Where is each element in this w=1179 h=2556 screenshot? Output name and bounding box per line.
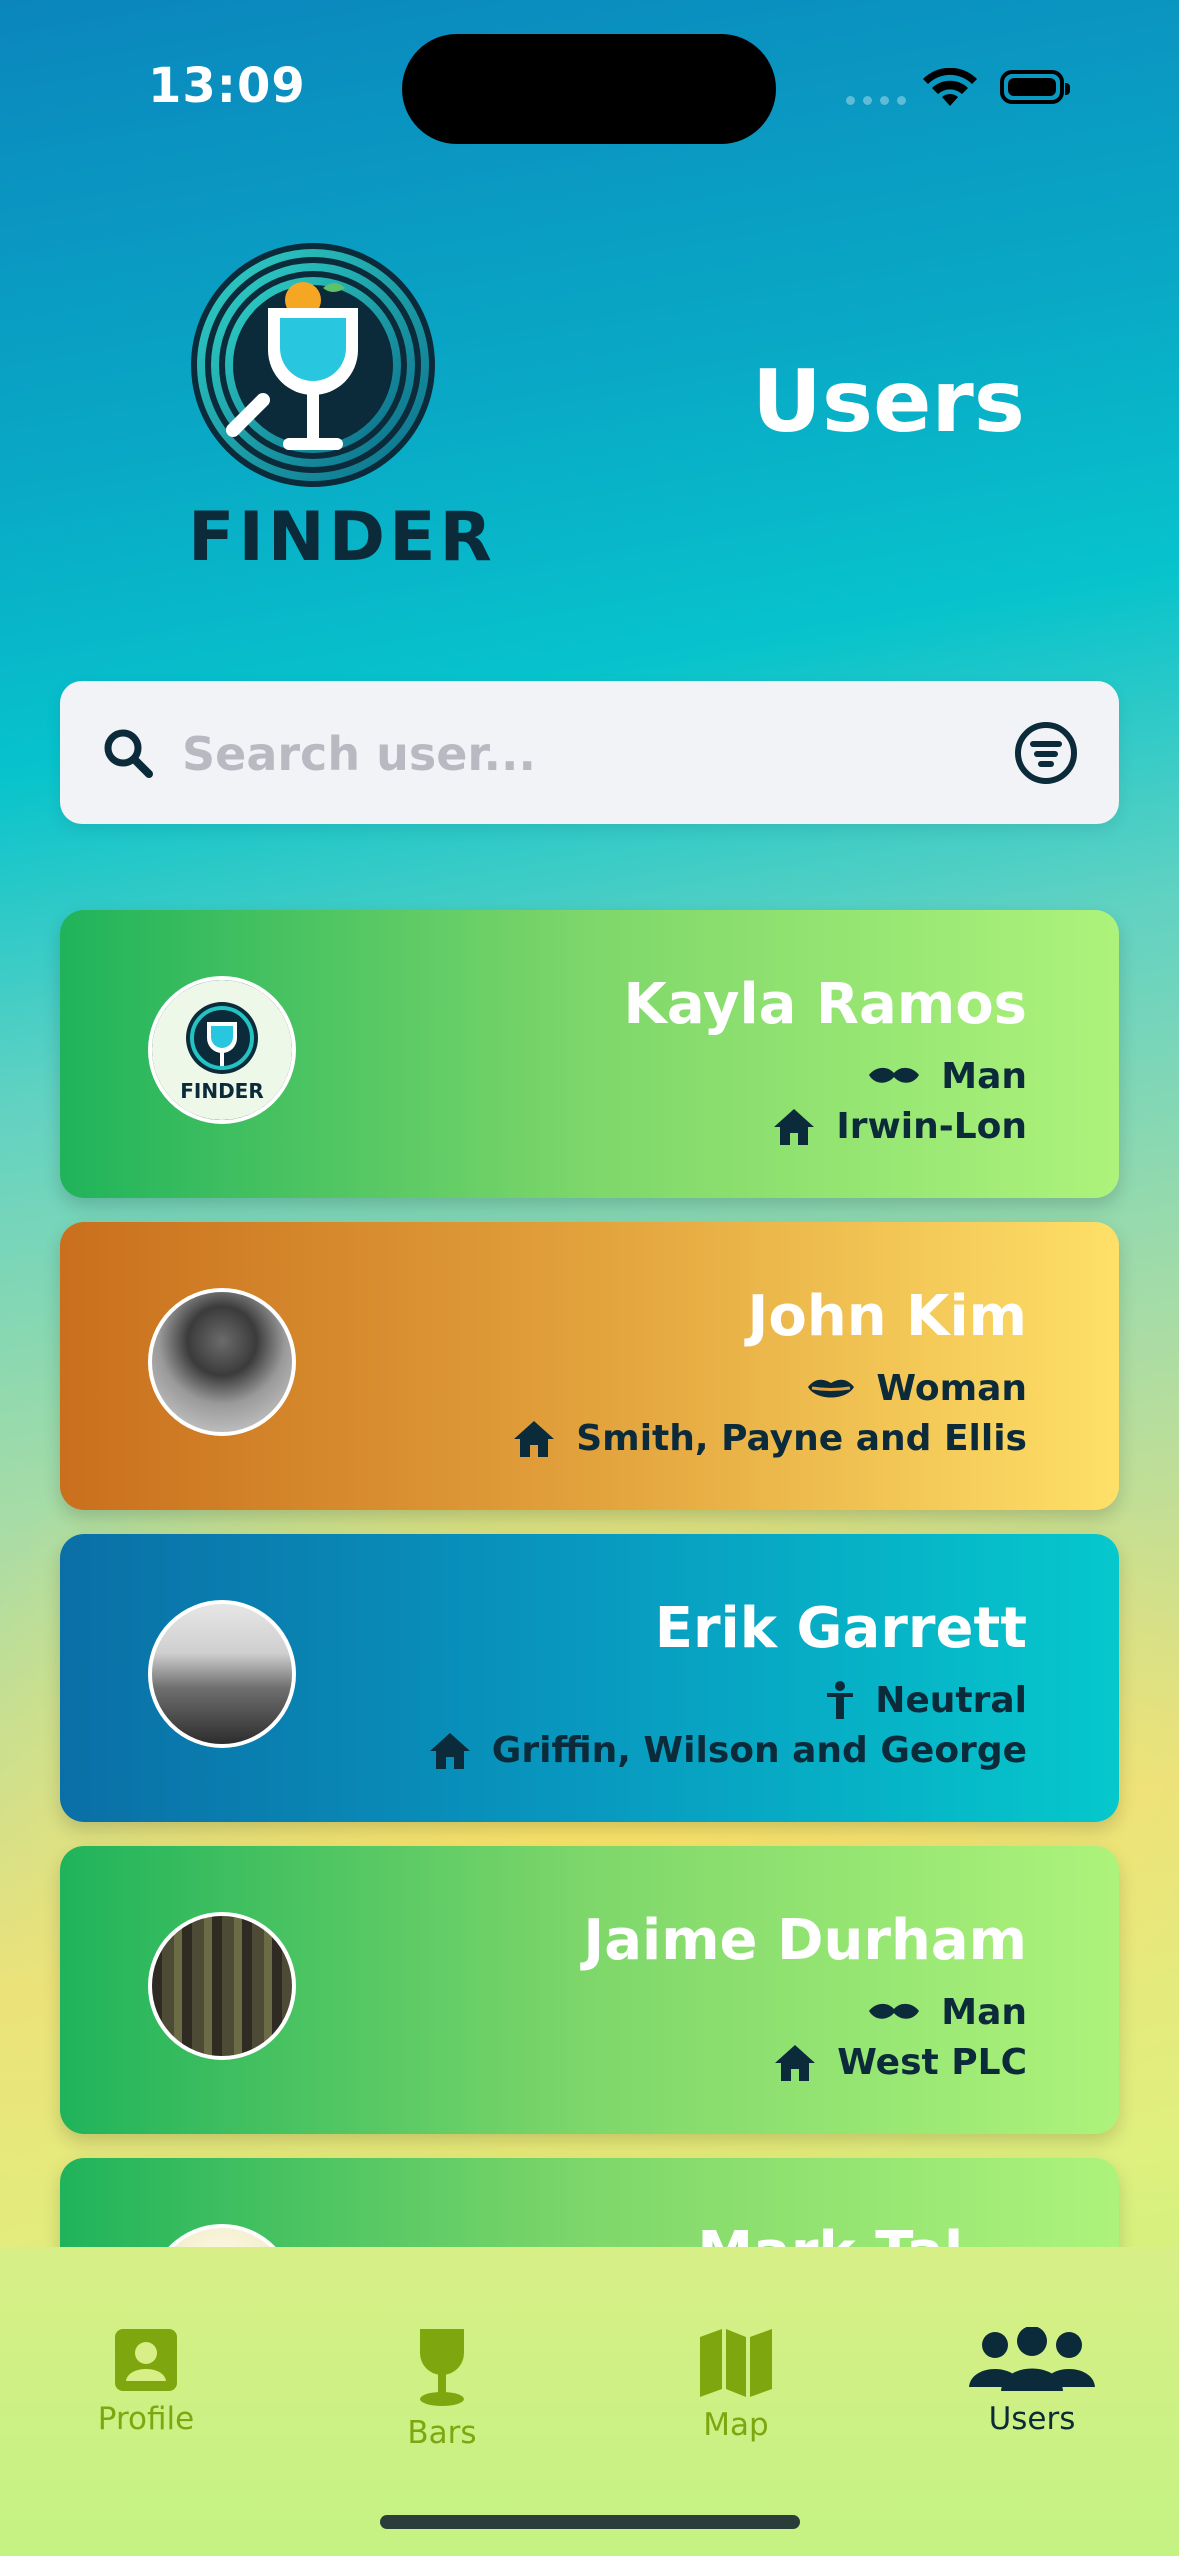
user-place-row: Irwin-Lon xyxy=(772,1106,1027,1147)
user-name: Jaime Durham xyxy=(583,1908,1027,1973)
search-input[interactable] xyxy=(180,715,944,793)
home-icon xyxy=(775,2044,816,2081)
tab-label: Profile xyxy=(97,2401,195,2437)
profile-card-icon xyxy=(115,2329,177,2391)
tab-profile[interactable]: Profile xyxy=(36,2327,256,2437)
home-icon xyxy=(774,1108,815,1145)
search-icon xyxy=(104,729,153,778)
tab-label: Users xyxy=(988,2401,1076,2437)
search-bar xyxy=(60,681,1119,824)
user-name: John Kim xyxy=(747,1284,1027,1349)
user-place-row: West PLC xyxy=(773,2042,1027,2083)
tab-map[interactable]: Map xyxy=(626,2327,846,2443)
tab-users[interactable]: Users xyxy=(922,2327,1142,2437)
mustache-icon xyxy=(869,2003,920,2019)
home-indicator[interactable] xyxy=(380,2515,800,2529)
avatar xyxy=(148,2224,296,2247)
wifi-icon xyxy=(923,68,977,106)
user-place: Irwin-Lon xyxy=(836,1106,1027,1147)
user-name: Kayla Ramos xyxy=(623,972,1027,1037)
user-gender: Neutral xyxy=(875,1680,1027,1721)
user-gender-row: Man xyxy=(867,1056,1027,1097)
finder-logo-mark xyxy=(191,243,435,487)
status-bar: 13:09 xyxy=(0,0,1179,150)
mustache-icon xyxy=(869,1067,920,1083)
filter-icon[interactable] xyxy=(1014,721,1078,785)
tab-bars[interactable]: Bars xyxy=(332,2327,552,2451)
avatar: FINDER xyxy=(148,976,296,1124)
tab-bar: Profile Bars Map Users xyxy=(0,2247,1179,2556)
users-icon xyxy=(969,2327,1095,2391)
user-list[interactable]: FINDER Kayla Ramos Man Irwin-Lon John Ki… xyxy=(0,900,1179,2247)
user-card[interactable]: FINDER Kayla Ramos Man Irwin-Lon xyxy=(60,910,1119,1198)
user-name: Erik Garrett xyxy=(654,1596,1027,1661)
avatar xyxy=(148,1288,296,1436)
tab-label: Map xyxy=(703,2407,769,2443)
svg-text:FINDER: FINDER xyxy=(180,1079,264,1103)
map-icon xyxy=(700,2329,772,2397)
dynamic-island xyxy=(402,34,776,144)
user-gender-row: Neutral xyxy=(825,1680,1027,1721)
avatar xyxy=(148,1912,296,2060)
user-place-row: Smith, Payne and Ellis xyxy=(512,1418,1027,1459)
logo-wordmark: FINDER xyxy=(188,498,496,577)
user-gender: Man xyxy=(941,1056,1027,1097)
status-time: 13:09 xyxy=(148,58,306,114)
user-gender-row: Man xyxy=(867,1992,1027,2033)
person-icon xyxy=(827,1680,854,1719)
user-place: West PLC xyxy=(837,2042,1027,2083)
finder-logo-avatar: FINDER xyxy=(152,980,292,1120)
user-card[interactable]: John Kim Woman Smith, Payne and Ellis xyxy=(60,1222,1119,1510)
user-place: Smith, Payne and Ellis xyxy=(576,1418,1027,1459)
home-icon xyxy=(429,1732,470,1769)
user-gender-row: Woman xyxy=(806,1368,1027,1409)
finder-logo: FINDER xyxy=(188,240,496,577)
home-icon xyxy=(514,1420,555,1457)
tab-label: Bars xyxy=(407,2415,477,2451)
user-card[interactable]: Mark Tal... xyxy=(60,2158,1119,2247)
page-title: Users xyxy=(752,352,1025,452)
user-place: Griffin, Wilson and George xyxy=(491,1730,1027,1771)
wine-glass-icon xyxy=(420,2329,464,2406)
lips-icon xyxy=(808,1379,855,1397)
battery-icon xyxy=(1000,70,1070,104)
user-gender: Woman xyxy=(876,1368,1027,1409)
user-place-row: Griffin, Wilson and George xyxy=(428,1730,1027,1771)
user-gender: Man xyxy=(941,1992,1027,2033)
user-name: Mark Tal... xyxy=(697,2220,1027,2247)
user-card[interactable]: Jaime Durham Man West PLC xyxy=(60,1846,1119,2134)
user-card[interactable]: Erik Garrett Neutral Griffin, Wilson and… xyxy=(60,1534,1119,1822)
avatar xyxy=(148,1600,296,1748)
signal-icon xyxy=(846,96,906,105)
